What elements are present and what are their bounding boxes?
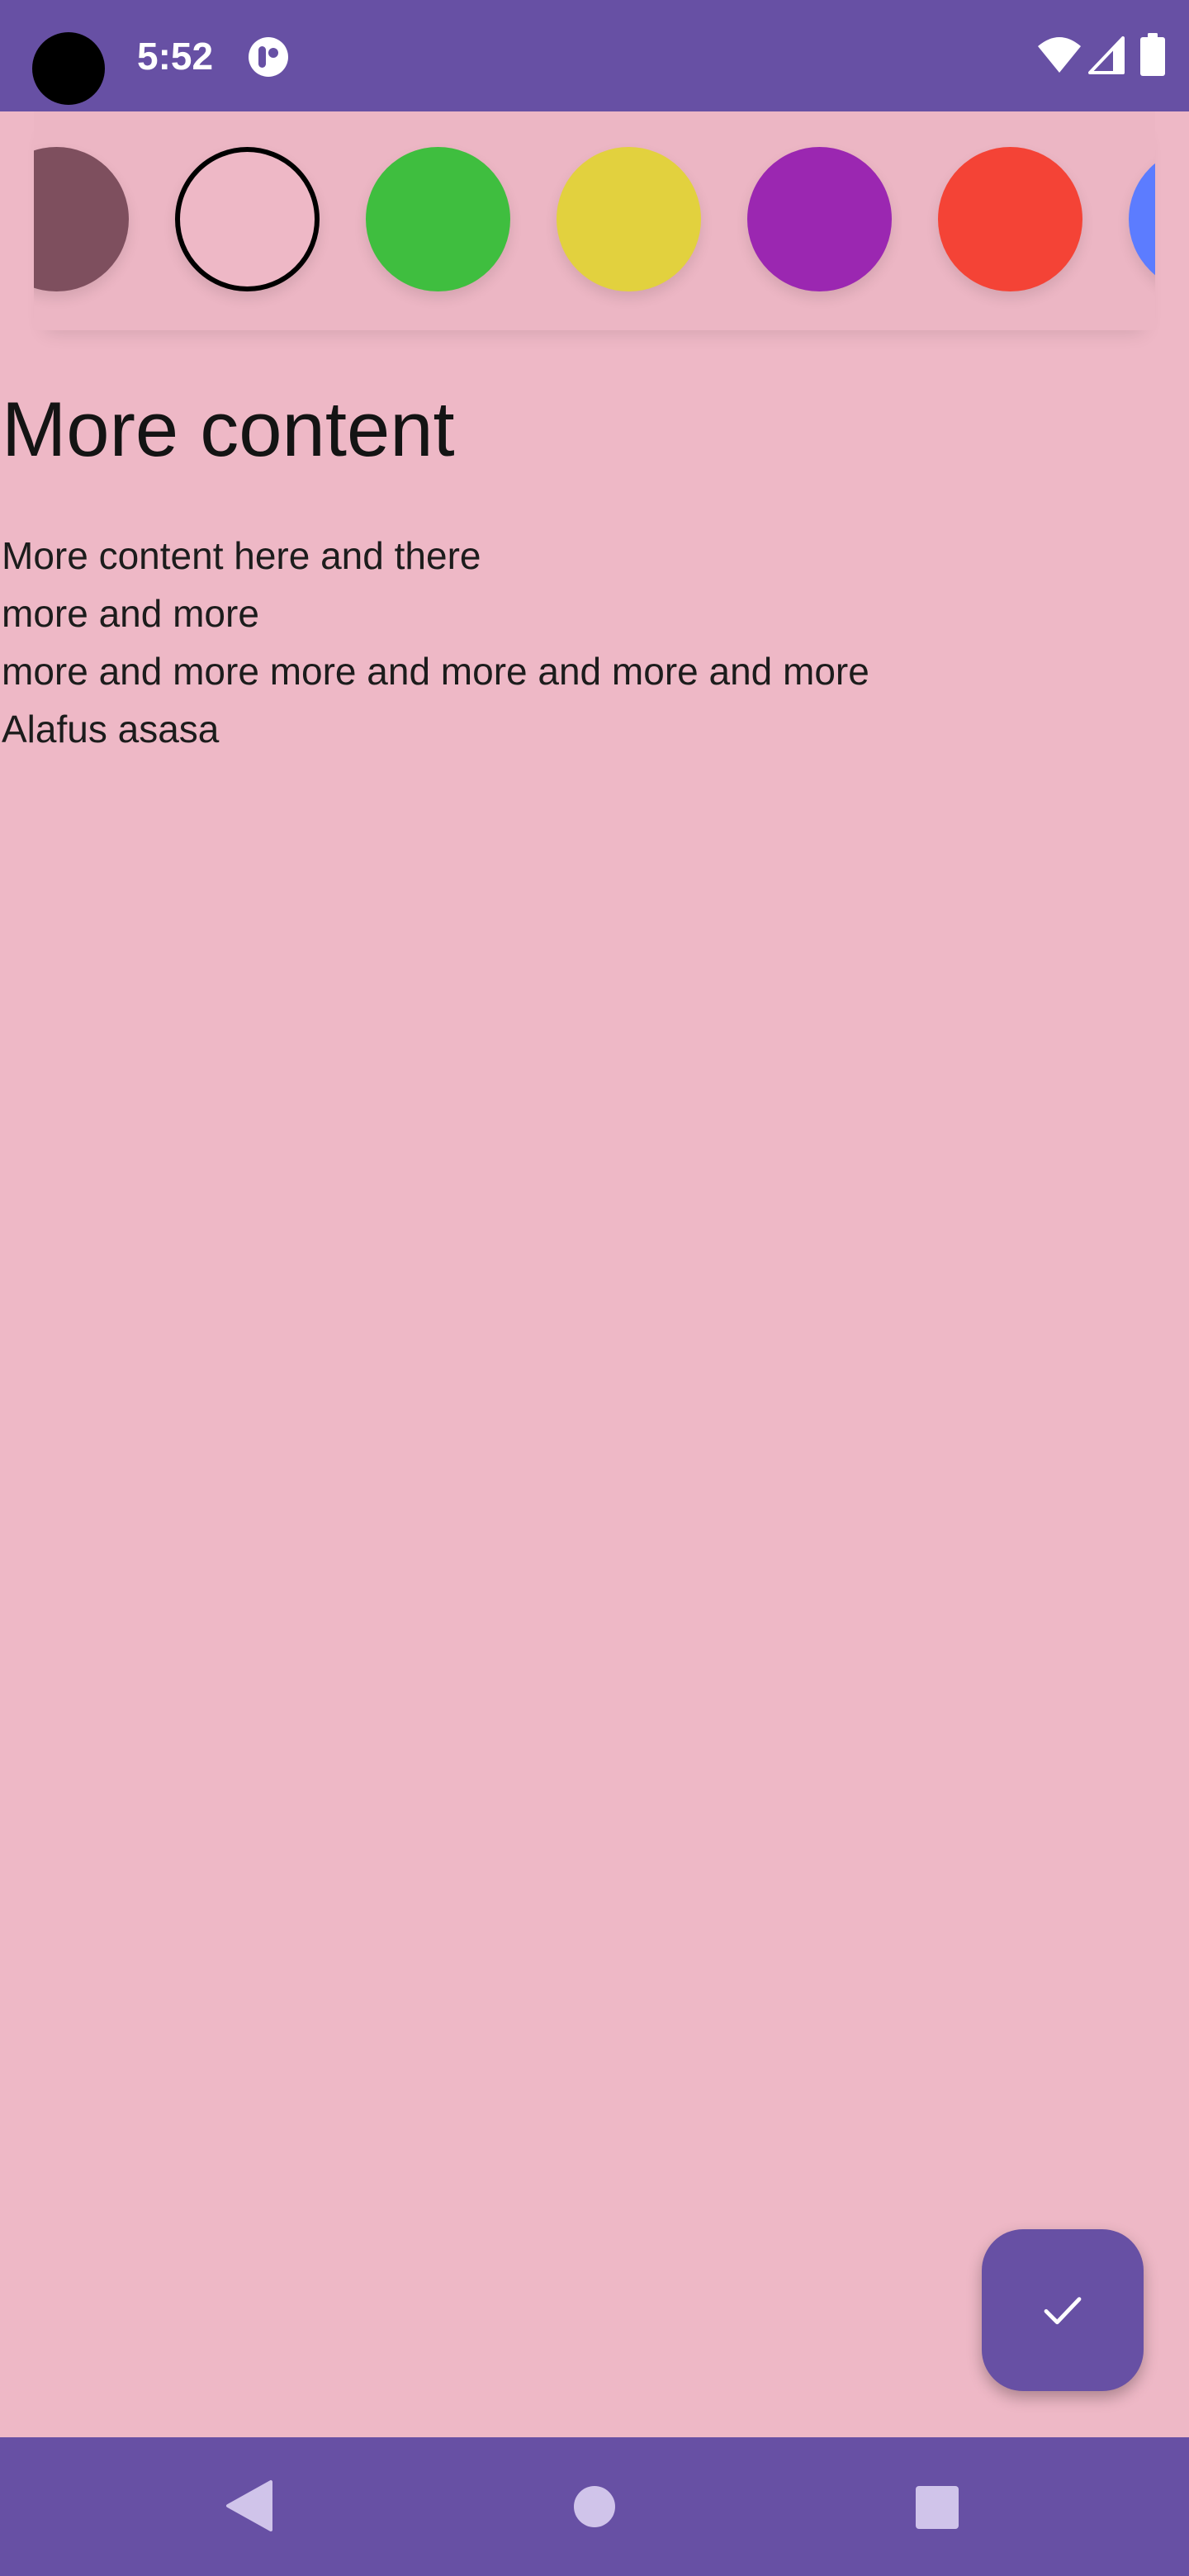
color-swatch[interactable] <box>1129 147 1155 291</box>
check-icon <box>1044 2297 1082 2325</box>
status-bar: 5:52 <box>0 0 1189 111</box>
note-title[interactable]: More content <box>2 381 455 477</box>
note-body-line: Alafus asasa <box>2 708 220 751</box>
recents-icon[interactable] <box>915 2485 959 2530</box>
navigation-bar <box>0 2437 1189 2576</box>
home-icon[interactable] <box>573 2485 616 2528</box>
battery-icon <box>1140 33 1165 76</box>
color-swatch[interactable] <box>557 147 701 291</box>
note-body-line: More content here and there <box>2 534 481 577</box>
note-body-line: more and more <box>2 592 259 635</box>
status-time: 5:52 <box>137 35 214 78</box>
camera-cutout <box>32 32 105 105</box>
wifi-icon <box>1038 37 1081 73</box>
color-picker[interactable] <box>34 111 1155 330</box>
color-swatch[interactable] <box>34 147 129 291</box>
back-icon[interactable] <box>223 2479 276 2533</box>
notification-app-icon <box>249 37 288 77</box>
cellular-signal-icon <box>1088 36 1125 74</box>
color-swatch[interactable] <box>938 147 1082 291</box>
color-swatch[interactable] <box>366 147 510 291</box>
color-swatch[interactable] <box>747 147 892 291</box>
note-body[interactable]: More content here and there more and mor… <box>2 527 1158 758</box>
color-swatch-selected[interactable] <box>175 147 320 291</box>
save-fab-button[interactable] <box>982 2229 1144 2391</box>
note-body-line: more and more more and more and more and… <box>2 650 869 693</box>
